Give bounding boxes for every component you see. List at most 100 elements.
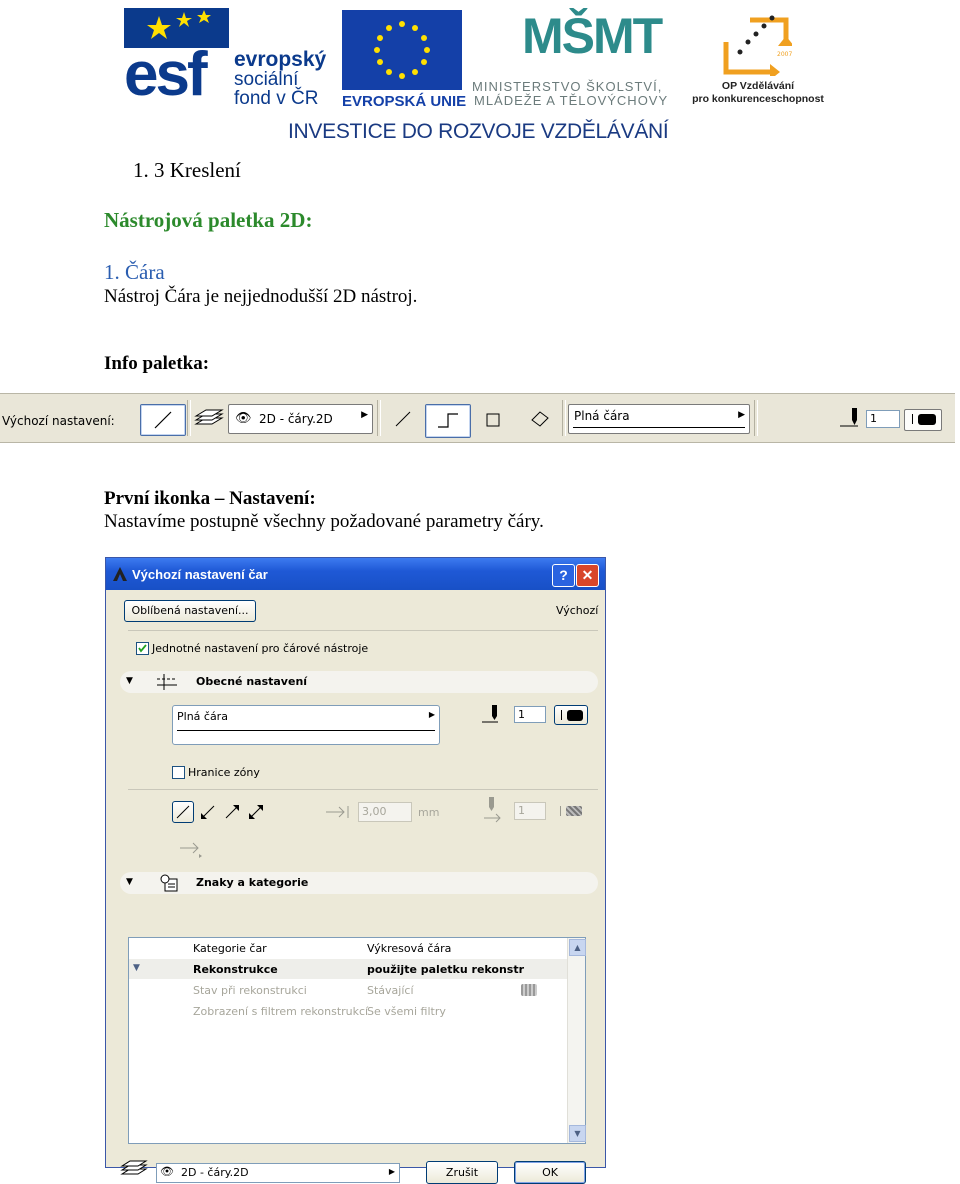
list-row-name: Zobrazení s filtrem rekonstrukcí xyxy=(193,1005,369,1018)
list-row-value: použijte paletku rekonstr xyxy=(367,963,525,976)
zone-boundary-checkbox[interactable] xyxy=(172,766,185,779)
arrow-size-field: 3,00 xyxy=(358,802,412,822)
list-row[interactable]: Zobrazení s filtrem rekonstrukcí Se všemi… xyxy=(129,1001,567,1021)
layer-dropdown[interactable]: 👁 2D - čáry.2D ▶ xyxy=(228,404,373,434)
dropdown-arrow-icon: ▶ xyxy=(428,710,435,719)
list-scrollbar[interactable]: ▲ ▼ xyxy=(567,938,586,1143)
svg-text:2007-13: 2007-13 xyxy=(777,51,792,58)
line-type-selector[interactable]: Plná čára ▶ xyxy=(172,705,440,745)
dialog-titlebar: Výchozí nastavení čar ? ✕ xyxy=(106,558,605,590)
line-settings-dialog: Výchozí nastavení čar ? ✕ Oblíbená nasta… xyxy=(105,557,606,1184)
dialog-body: Oblíbená nastavení... Výchozí Jednotné n… xyxy=(110,590,601,1184)
pen-icon xyxy=(838,406,862,430)
settings-button[interactable] xyxy=(140,404,186,436)
pen-number-field[interactable]: 1 xyxy=(866,410,900,428)
scroll-down-icon[interactable]: ▼ xyxy=(569,1125,586,1142)
scroll-up-icon[interactable]: ▲ xyxy=(569,939,586,956)
single-line-icon xyxy=(395,411,411,427)
symbols-header[interactable]: ▼ Znaky a kategorie xyxy=(120,872,598,894)
layer-dropdown[interactable]: 👁 2D - čáry.2D ▶ xyxy=(156,1163,400,1183)
symbols-label: Znaky a kategorie xyxy=(196,876,309,889)
info-palette-toolbar: Výchozí nastavení: 👁 2D - čáry.2D ▶ Plná… xyxy=(0,393,955,443)
polyline-button[interactable] xyxy=(425,404,471,438)
favorites-button[interactable]: Oblíbená nastavení... xyxy=(124,600,256,622)
general-settings-icon xyxy=(157,674,177,690)
esf-text: evropský sociální fond v ČR xyxy=(234,48,327,109)
item-text: Nástroj Čára je nejjednodušší 2D nástroj… xyxy=(104,286,418,307)
zone-boundary-label: Hranice zóny xyxy=(188,766,260,779)
collapse-triangle-icon: ▼ xyxy=(126,877,133,887)
dialog-title: Výchozí nastavení čar xyxy=(132,567,268,582)
item-title: 1. Čára xyxy=(104,260,165,284)
eu-text: EVROPSKÁ UNIE xyxy=(342,93,467,110)
list-row-value: Se všemi filtry xyxy=(367,1005,446,1018)
op-logo: 2007-13 OP Vzdělávání pro konkurencescho… xyxy=(688,8,828,112)
first-icon-heading: První ikonka – Nastavení: xyxy=(104,488,316,509)
rectangle-button[interactable] xyxy=(480,406,506,432)
section-title: 1. 3 Kreslení xyxy=(133,158,241,182)
dropdown-arrow-icon: ▶ xyxy=(738,410,745,420)
layers-icon xyxy=(120,1160,148,1175)
layers-icon[interactable] xyxy=(192,408,224,430)
dropdown-arrow-icon: ▶ xyxy=(388,1167,395,1176)
help-button[interactable]: ? xyxy=(552,564,575,587)
eye-icon: 👁 xyxy=(235,411,252,426)
arrow-size-icon xyxy=(326,806,349,818)
pen-number-field[interactable]: 1 xyxy=(514,706,546,723)
expand-triangle-icon[interactable]: ▼ xyxy=(133,963,140,973)
line-no-arrow-icon xyxy=(176,805,190,819)
rectangle-icon xyxy=(486,413,500,427)
arrow-pen-field: 1 xyxy=(514,802,546,820)
pen-color-button[interactable] xyxy=(904,409,942,431)
line-type-dropdown[interactable]: Plná čára ▶ xyxy=(568,404,750,434)
default-label: Výchozí xyxy=(556,604,599,617)
arrow-both-icon[interactable] xyxy=(246,802,266,822)
subtitle: Nástrojová paletka 2D: xyxy=(104,208,313,232)
general-settings-label: Obecné nastavení xyxy=(196,675,308,688)
status-icon xyxy=(521,984,537,996)
categories-icon xyxy=(160,874,178,892)
op-cycle-icon: 2007-13 xyxy=(723,15,792,76)
list-row[interactable]: ▼ Rekonstrukce použijte paletku rekonstr xyxy=(129,959,567,979)
list-row[interactable]: Kategorie čar Výkresová čára xyxy=(129,938,567,958)
eu-logo: EVROPSKÁ UNIE xyxy=(342,10,466,110)
toolbar-label: Výchozí nastavení: xyxy=(2,414,115,428)
arrow-pen-icon xyxy=(484,797,501,823)
first-icon-text: Nastavíme postupně všechny požadované pa… xyxy=(104,511,544,532)
pen-icon xyxy=(482,705,498,723)
line-tool-icon xyxy=(154,411,172,429)
list-row[interactable]: Stav při rekonstrukci Stávající xyxy=(129,980,567,1000)
uniform-settings-label: Jednotné nastavení pro čárové nástroje xyxy=(152,642,369,655)
arrow-end-icon[interactable] xyxy=(222,802,242,822)
msmt-logo: MŠMT MINISTERSTVO ŠKOLSTVÍ, MLÁDEŽE A TĚ… xyxy=(472,8,682,112)
general-settings-header[interactable]: ▼ Obecné nastavení xyxy=(120,671,598,693)
list-row-name: Rekonstrukce xyxy=(193,963,278,976)
esf-letters: esf xyxy=(124,40,208,109)
arrow-unit-label: mm xyxy=(418,806,440,819)
investice-banner: INVESTICE DO ROZVOJE VZDĚLÁVÁNÍ xyxy=(288,120,669,143)
arrow-none-button[interactable] xyxy=(172,801,194,823)
single-line-button[interactable] xyxy=(390,406,416,432)
uniform-settings-checkbox[interactable] xyxy=(136,642,149,655)
pen-color-button[interactable] xyxy=(554,705,588,725)
polyline-icon xyxy=(438,413,458,428)
op-text: OP Vzdělávání pro konkurenceschopnost xyxy=(692,80,824,105)
list-row-name: Kategorie čar xyxy=(193,942,267,955)
list-row-name: Stav při rekonstrukci xyxy=(193,984,307,997)
msmt-text: MINISTERSTVO ŠKOLSTVÍ, MLÁDEŽE A TĚLOVÝC… xyxy=(472,79,669,108)
arrow-pen-color xyxy=(556,803,586,819)
rotated-rectangle-button[interactable] xyxy=(526,406,554,432)
arrow-type-icon xyxy=(180,842,202,858)
rotated-rectangle-icon xyxy=(531,411,549,427)
dropdown-arrow-icon: ▶ xyxy=(361,410,368,420)
archicad-icon xyxy=(113,567,127,581)
close-button[interactable]: ✕ xyxy=(576,564,599,587)
info-heading: Info paletka: xyxy=(104,353,210,374)
list-row-value: Výkresová čára xyxy=(367,942,452,955)
msmt-mark: MŠMT xyxy=(522,8,663,64)
esf-logo: esf evropský sociální fond v ČR xyxy=(124,8,334,112)
eu-flag-icon xyxy=(342,10,462,90)
list-row-value: Stávající xyxy=(367,984,414,997)
arrow-start-icon[interactable] xyxy=(198,802,218,822)
collapse-triangle-icon: ▼ xyxy=(126,676,133,686)
